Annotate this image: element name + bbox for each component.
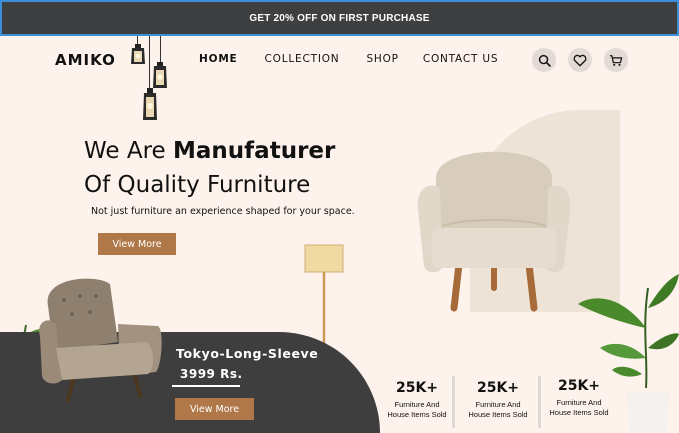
stat-label: House Items Sold [468,410,528,419]
stat-value: 25K+ [476,380,520,396]
stat-value: 25K+ [557,378,601,394]
stat-value: 25K+ [395,380,439,396]
armchair-image [417,151,571,312]
stat-divider [538,376,541,428]
main-nav: HOME COLLECTION SHOP CONTACT US [199,53,498,65]
hero-view-more-button[interactable]: View More [98,233,176,255]
stat-item: 25K+ Furniture And House Items Sold [381,380,453,420]
stat-divider [452,376,455,428]
hero-title-line2: Of Quality Furniture [84,172,311,198]
product-price: 3999 Rs. [180,367,243,381]
hero-title-emphasis: Manufaturer [173,138,336,164]
nav-shop[interactable]: SHOP [366,53,398,65]
stat-label: House Items Sold [549,408,609,417]
stat-item: 25K+ Furniture And House Items Sold [462,380,534,420]
product-name: Tokyo-Long-Sleeve [176,346,319,361]
cart-icon [609,54,623,66]
hero-title: We Are Manufaturer Of Quality Furniture [84,134,335,202]
stat-label: Furniture And [394,400,440,409]
pendant-lamp-icon [143,88,157,120]
search-icon [538,54,551,67]
nav-home[interactable]: HOME [199,53,238,65]
lamp-cord [160,36,161,64]
price-underline [172,385,240,387]
stat-item: 25K+ Furniture And House Items Sold [543,378,615,418]
heart-icon [573,54,587,66]
product-view-more-button[interactable]: View More [175,398,254,420]
nav-contact-us[interactable]: CONTACT US [423,53,498,65]
cart-button[interactable] [604,48,628,72]
lamp-cord [149,36,150,90]
stat-label: House Items Sold [387,410,447,419]
hero-subtitle: Not just furniture an experience shaped … [91,206,355,217]
wishlist-button[interactable] [568,48,592,72]
pendant-lamp-icon [153,62,167,88]
promo-text: GET 20% OFF ON FIRST PURCHASE [249,12,430,24]
nav-collection[interactable]: COLLECTION [265,53,340,65]
brand-logo[interactable]: AMIKO [55,51,116,69]
search-button[interactable] [532,48,556,72]
stat-label: Furniture And [556,398,602,407]
promo-banner: GET 20% OFF ON FIRST PURCHASE [0,0,679,36]
hero-title-line1: We Are [84,138,174,164]
stat-label: Furniture And [475,400,521,409]
tufted-armchair-image [39,278,162,402]
pendant-lamp-icon [131,44,145,64]
